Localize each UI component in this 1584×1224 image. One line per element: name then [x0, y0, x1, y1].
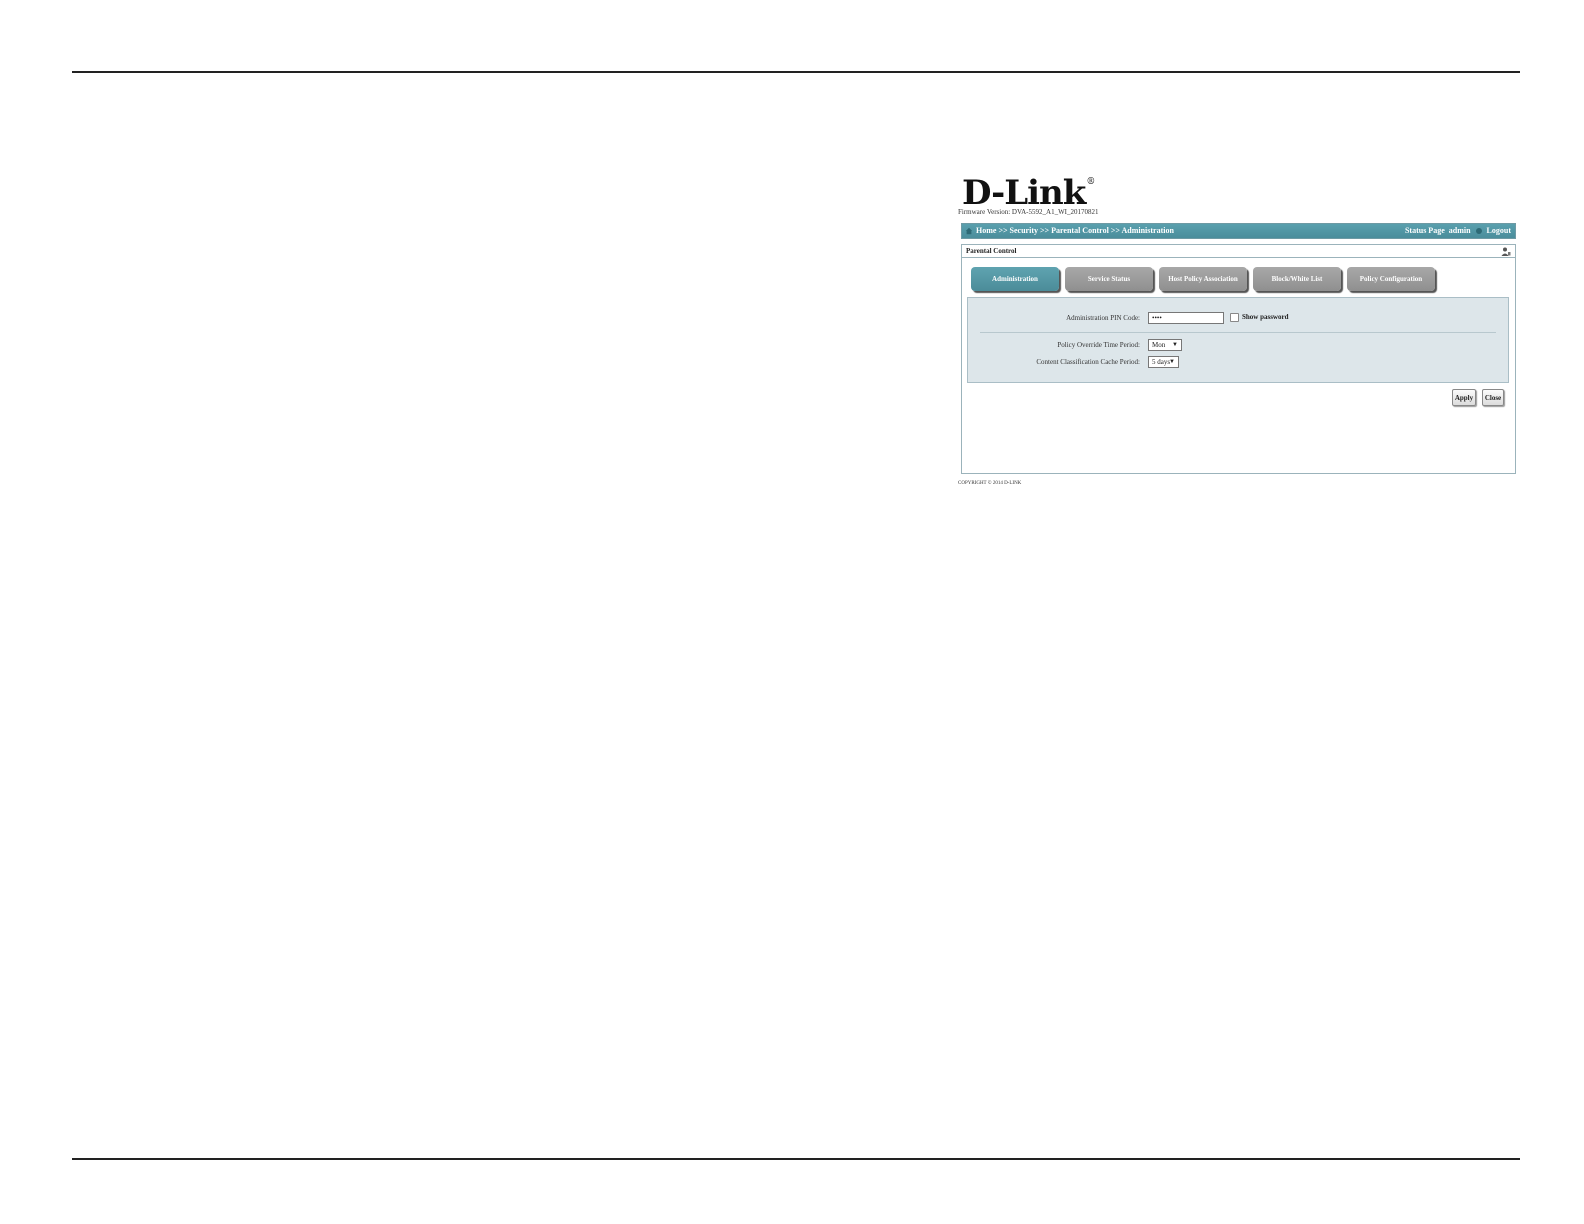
panel-title: Parental Control	[966, 247, 1017, 255]
home-icon[interactable]	[965, 227, 973, 235]
override-period-select[interactable]: Mon ▼	[1148, 339, 1182, 351]
tab-service-status[interactable]: Service Status	[1065, 267, 1153, 291]
close-button[interactable]: Close	[1482, 389, 1504, 406]
override-row: Policy Override Time Period: Mon ▼	[968, 339, 1508, 353]
username: admin	[1448, 226, 1471, 235]
tab-administration[interactable]: Administration	[971, 267, 1059, 291]
cache-row: Content Classification Cache Period: 5 d…	[968, 356, 1508, 370]
registered-mark: ®	[1086, 177, 1095, 187]
person-icon[interactable]	[1501, 247, 1511, 256]
apply-button[interactable]: Apply	[1452, 389, 1476, 406]
navigation-bar: Home >> Security >> Parental Control >> …	[961, 223, 1516, 239]
navbar-right: Status Page admin Logout	[1405, 226, 1511, 235]
cache-period-value: 5 days	[1152, 358, 1171, 366]
parental-control-panel: Parental Control Administration Service …	[961, 244, 1516, 474]
dropdown-arrow-icon: ▼	[1172, 342, 1178, 348]
breadcrumb[interactable]: Home >> Security >> Parental Control >> …	[976, 226, 1174, 235]
pin-row: Administration PIN Code: •••• Show passw…	[968, 312, 1508, 326]
page-bottom-rule	[72, 1158, 1520, 1160]
show-password-option[interactable]: Show password	[1230, 313, 1289, 322]
copyright: COPYRIGHT © 2014 D-LINK	[958, 481, 1022, 486]
tab-block-white-list[interactable]: Block/White List	[1253, 267, 1341, 291]
pin-input[interactable]: ••••	[1148, 312, 1224, 324]
override-label: Policy Override Time Period:	[1057, 341, 1140, 349]
dlink-logo: D-Link®	[962, 173, 1095, 213]
form-divider	[980, 332, 1496, 333]
cache-label: Content Classification Cache Period:	[1036, 358, 1140, 366]
dropdown-arrow-icon: ▼	[1169, 359, 1175, 365]
show-password-checkbox[interactable]	[1230, 313, 1239, 322]
tab-policy-configuration[interactable]: Policy Configuration	[1347, 267, 1435, 291]
firmware-version: Firmware Version: DVA-5592_A1_WI_2017082…	[958, 208, 1099, 216]
show-password-label: Show password	[1242, 313, 1289, 322]
pin-label: Administration PIN Code:	[1066, 314, 1140, 322]
override-period-value: Mon	[1152, 341, 1166, 349]
logout-link[interactable]: Logout	[1487, 226, 1511, 235]
tab-host-policy-association[interactable]: Host Policy Association	[1159, 267, 1247, 291]
status-page-link[interactable]: Status Page	[1405, 226, 1445, 235]
page-top-rule	[72, 71, 1520, 73]
logo-text: D-Link	[962, 173, 1086, 213]
user-icon	[1475, 228, 1482, 235]
cache-period-select[interactable]: 5 days ▼	[1148, 356, 1179, 368]
panel-title-divider	[962, 257, 1515, 258]
administration-form: Administration PIN Code: •••• Show passw…	[967, 297, 1509, 383]
